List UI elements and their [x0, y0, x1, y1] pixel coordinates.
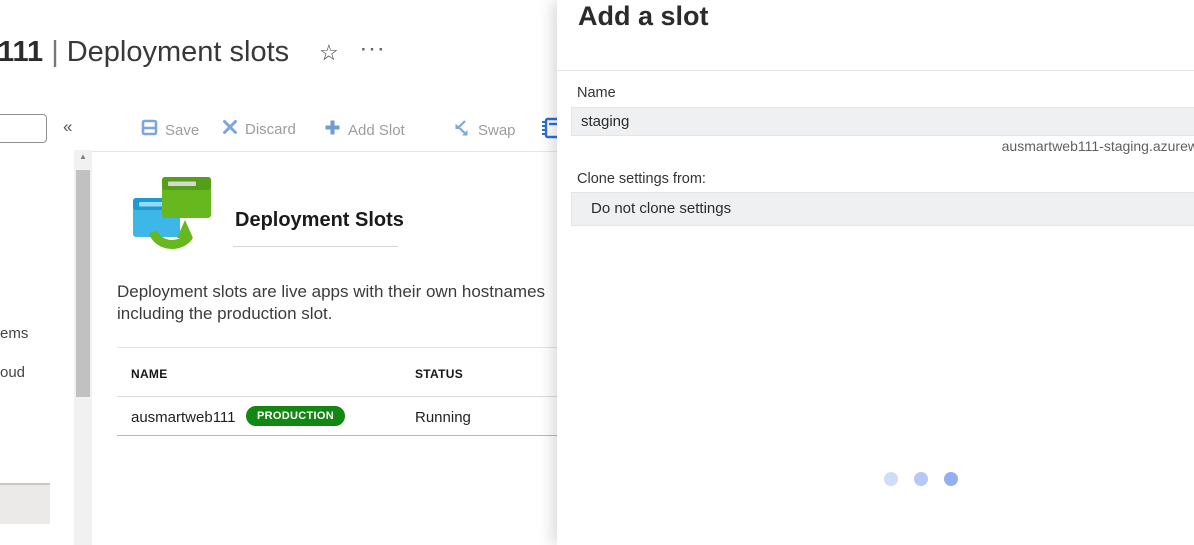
favorite-star-icon[interactable]: ☆	[319, 40, 339, 66]
content-divider	[117, 347, 557, 348]
loading-dot-2	[914, 472, 928, 486]
deployment-slots-content: Deployment Slots Deployment slots are li…	[117, 160, 557, 545]
slot-name[interactable]: ausmartweb111	[131, 409, 236, 426]
clone-settings-select[interactable]: Do not clone settings	[571, 192, 1194, 226]
azure-portal-page: 111 | Deployment slots ☆ ··· « Save Discar…	[0, 0, 1194, 545]
swap-label: Swap	[478, 122, 516, 139]
add-slot-button[interactable]: Add Slot	[324, 119, 405, 141]
vertical-scrollbar[interactable]: ▲	[74, 150, 92, 545]
slot-name-input[interactable]	[571, 107, 1194, 136]
loading-dots	[884, 472, 958, 486]
heading-underline	[233, 246, 398, 247]
sidebar-item-2[interactable]: oud	[0, 364, 25, 381]
panel-title: Add a slot	[578, 1, 709, 31]
table-row[interactable]: ausmartweb111 PRODUCTION Running	[117, 400, 557, 435]
loading-dot-1	[884, 472, 898, 486]
collapse-menu-button[interactable]: «	[63, 117, 72, 137]
sidebar-item-1[interactable]: ems	[0, 325, 28, 342]
title-separator: |	[51, 36, 59, 68]
scroll-up-arrow-icon[interactable]: ▲	[74, 152, 92, 161]
panel-divider	[557, 70, 1194, 71]
column-header-status[interactable]: STATUS	[415, 367, 463, 381]
scrollbar-thumb[interactable]	[76, 170, 90, 397]
add-icon	[324, 119, 341, 141]
save-label: Save	[165, 121, 200, 139]
page-title: 111 | Deployment slots	[0, 36, 289, 69]
save-button[interactable]: Save	[141, 119, 199, 141]
deployment-slots-icon	[131, 176, 215, 263]
swap-icon	[452, 119, 471, 142]
logs-icon[interactable]	[541, 116, 557, 142]
slot-status: Running	[415, 409, 471, 426]
command-bar-divider	[82, 151, 557, 152]
blade-name: Deployment slots	[66, 36, 290, 68]
resource-name: 111	[0, 36, 44, 68]
add-slot-label: Add Slot	[348, 121, 405, 139]
description-line-2: including the production slot.	[117, 304, 333, 323]
more-menu-icon[interactable]: ···	[361, 40, 387, 60]
name-field-label: Name	[577, 85, 616, 101]
table-header-divider	[117, 396, 557, 397]
description-line-1: Deployment slots are live apps with thei…	[117, 282, 546, 301]
hostname-preview: ausmartweb111-staging.azurew	[1001, 138, 1194, 154]
table-row-divider	[117, 435, 557, 436]
discard-button[interactable]: Discard	[222, 119, 296, 140]
discard-label: Discard	[245, 121, 296, 138]
search-input[interactable]	[0, 114, 47, 143]
discard-icon	[222, 119, 238, 140]
add-slot-panel: Add a slot Name ausmartweb111-staging.az…	[557, 0, 1194, 545]
swap-button[interactable]: Swap	[452, 119, 516, 142]
content-heading: Deployment Slots	[235, 209, 404, 231]
save-icon	[141, 119, 158, 141]
clone-settings-label: Clone settings from:	[577, 171, 706, 187]
column-header-name[interactable]: NAME	[131, 367, 168, 381]
bottom-left-panel-fragment	[0, 483, 50, 524]
production-badge: PRODUCTION	[245, 405, 346, 427]
loading-dot-3	[944, 472, 958, 486]
